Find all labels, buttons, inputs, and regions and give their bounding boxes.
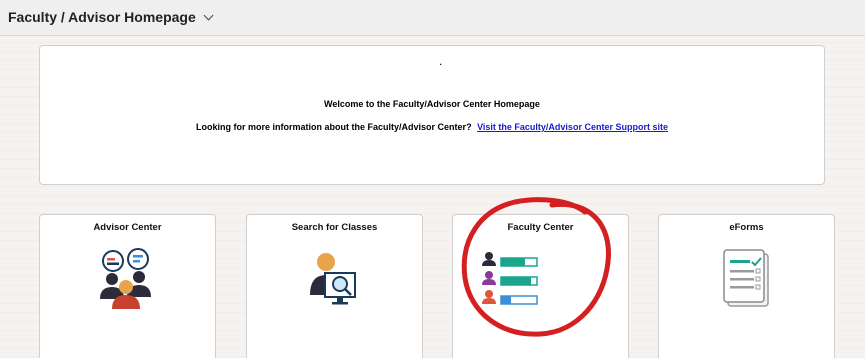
search-person-icon bbox=[310, 253, 356, 305]
tile-label: Faculty Center bbox=[507, 222, 574, 233]
welcome-info: Looking for more information about the F… bbox=[40, 122, 824, 132]
tile-eforms[interactable]: eForms bbox=[658, 214, 835, 358]
tile-faculty-center[interactable]: Faculty Center bbox=[452, 214, 629, 358]
tile-label: eForms bbox=[729, 222, 764, 233]
faculty-roster-icon bbox=[482, 252, 538, 305]
chevron-down-icon bbox=[203, 10, 214, 20]
tile-advisor-center[interactable]: Advisor Center bbox=[39, 214, 216, 358]
page-title-text: Faculty / Advisor Homepage bbox=[8, 9, 196, 25]
page-title-dropdown[interactable]: Faculty / Advisor Homepage bbox=[8, 9, 214, 25]
advisor-people-icon bbox=[100, 248, 151, 309]
eform-document-icon bbox=[723, 249, 769, 307]
welcome-info-text: Looking for more information about the F… bbox=[196, 122, 472, 132]
tile-search-for-classes[interactable]: Search for Classes bbox=[246, 214, 423, 358]
tile-label: Search for Classes bbox=[291, 222, 378, 233]
support-site-link[interactable]: Visit the Faculty/Advisor Center Support… bbox=[477, 122, 668, 132]
tile-label: Advisor Center bbox=[93, 222, 162, 233]
welcome-title: Welcome to the Faculty/Advisor Center Ho… bbox=[324, 99, 540, 109]
welcome-tile: . Welcome to the Faculty/Advisor Center … bbox=[39, 45, 825, 185]
page-header: Faculty / Advisor Homepage bbox=[0, 0, 865, 36]
welcome-dot: . bbox=[439, 54, 443, 68]
